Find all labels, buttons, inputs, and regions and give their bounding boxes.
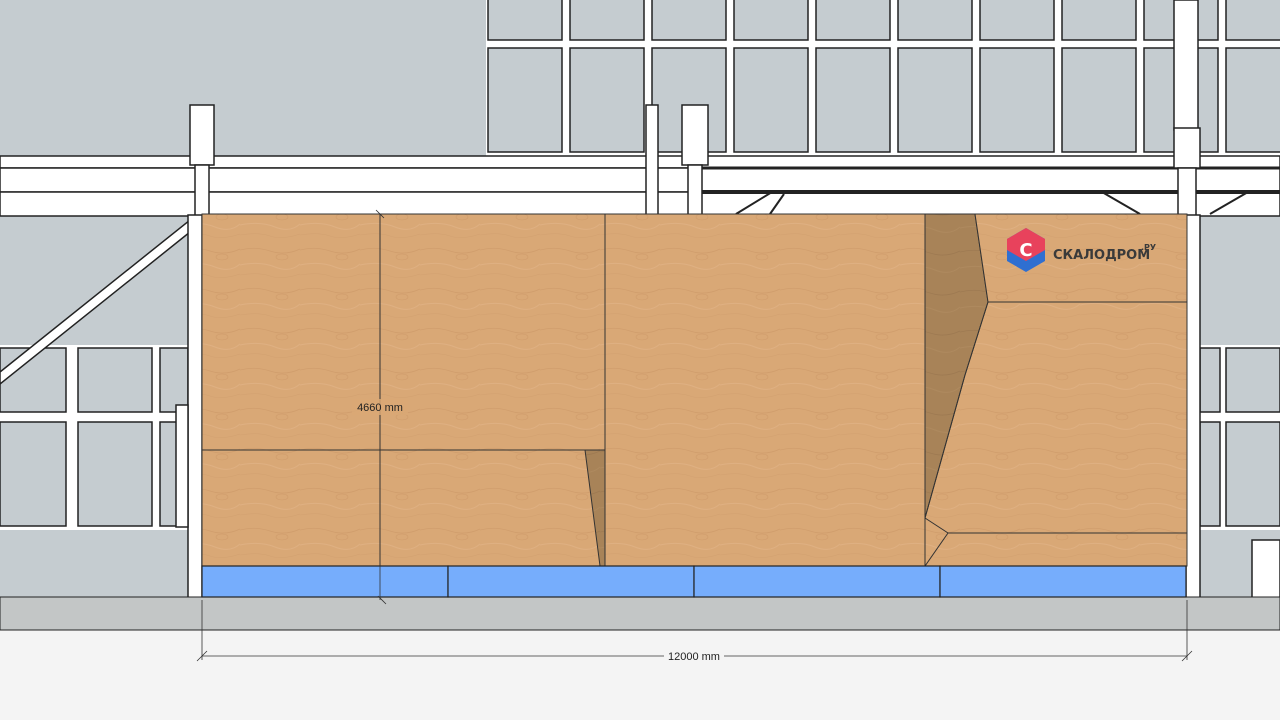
- window-pane: [1225, 347, 1280, 413]
- climbing-wall: [201, 213, 1188, 568]
- right-windows: [1198, 345, 1280, 530]
- logo-suffix: .РУ: [1141, 243, 1156, 252]
- mat-segment: [939, 565, 1187, 598]
- window-pane: [77, 421, 153, 527]
- window-pane: [1061, 0, 1137, 41]
- window-pane: [979, 0, 1055, 41]
- window-pane: [159, 347, 189, 413]
- window-pane: [487, 47, 563, 153]
- floor: [0, 596, 1280, 631]
- window-pane: [1225, 47, 1280, 153]
- upper-windows: [486, 0, 1280, 156]
- svg-text:С: С: [1019, 240, 1032, 261]
- mat-segment: [201, 565, 449, 598]
- mat-segment: [447, 565, 695, 598]
- window-pane: [897, 47, 973, 153]
- window-pane: [733, 0, 809, 41]
- window-pane: [979, 47, 1055, 153]
- window-pane: [0, 421, 67, 527]
- window-pane: [569, 47, 645, 153]
- window-pane: [1199, 421, 1221, 527]
- window-pane: [569, 0, 645, 41]
- window-pane: [651, 0, 727, 41]
- page-background: [0, 630, 1280, 720]
- window-pane: [1225, 0, 1280, 41]
- left-windows: [0, 345, 190, 530]
- climbing-wall-elevation-drawing: С СКАЛОДРОМ .РУ 4660 mm 12000 mm: [0, 0, 1280, 720]
- window-pane: [897, 0, 973, 41]
- window-pane: [1061, 47, 1137, 153]
- window-pane: [77, 347, 153, 413]
- height-dimension-label: 4660 mm: [357, 402, 403, 414]
- logo-name: СКАЛОДРОМ: [1053, 248, 1150, 263]
- width-dimension-label: 12000 mm: [668, 651, 720, 663]
- window-pane: [733, 47, 809, 153]
- mat-segment: [693, 565, 941, 598]
- window-pane: [1225, 421, 1280, 527]
- window-pane: [487, 0, 563, 41]
- safety-mats: [201, 565, 1187, 598]
- window-pane: [815, 47, 891, 153]
- window-pane: [815, 0, 891, 41]
- window-pane: [1199, 347, 1221, 413]
